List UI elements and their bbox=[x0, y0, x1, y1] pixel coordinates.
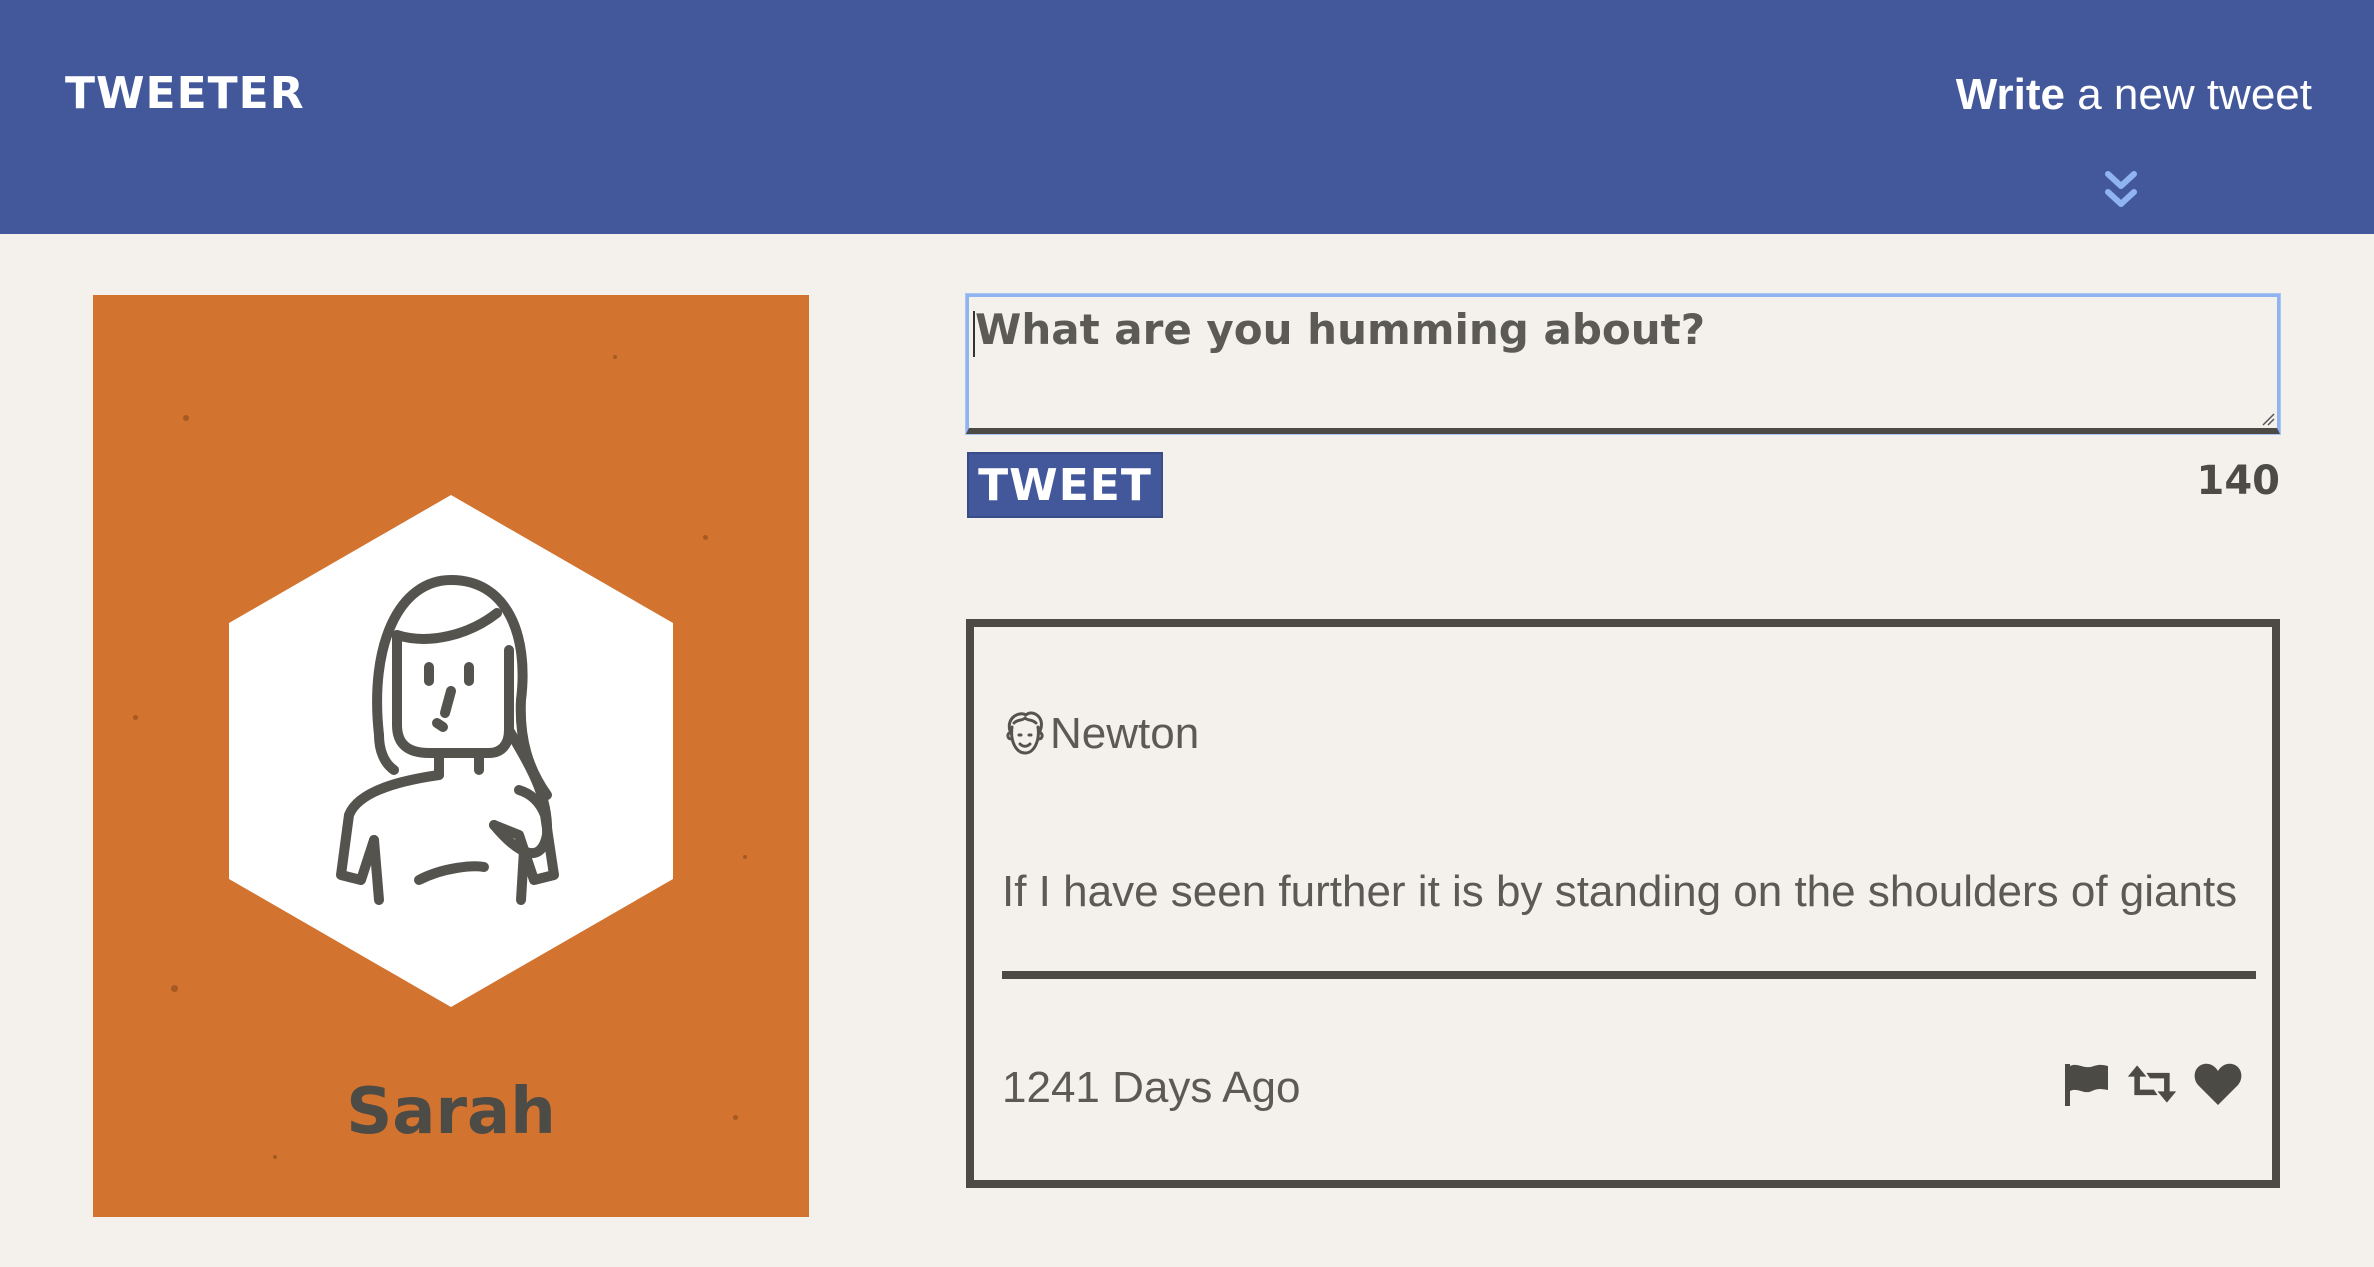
flag-icon[interactable] bbox=[2060, 1059, 2112, 1109]
tweet-card: Newton If I have seen further it is by s… bbox=[966, 619, 2280, 1188]
compose-toggle-strong: Write bbox=[1955, 70, 2065, 119]
profile-card: Sarah bbox=[93, 295, 809, 1217]
man-face-avatar-icon bbox=[1006, 711, 1044, 755]
retweet-icon[interactable] bbox=[2126, 1059, 2178, 1109]
tweet-timestamp: 1241 Days Ago bbox=[1002, 1063, 1301, 1112]
tweet-text: If I have seen further it is by standing… bbox=[1002, 867, 2238, 916]
double-chevron-down-icon[interactable] bbox=[2104, 168, 2138, 212]
tweet-input[interactable] bbox=[969, 297, 2277, 428]
tweet-divider bbox=[1002, 971, 2256, 979]
tweet-author: Newton bbox=[1002, 709, 1199, 759]
tweet-actions bbox=[2060, 1059, 2244, 1109]
heart-icon[interactable] bbox=[2192, 1059, 2244, 1109]
character-counter: 140 bbox=[2196, 458, 2281, 504]
top-navbar: TWEETER Write a new tweet bbox=[0, 0, 2374, 234]
tweet-submit-button[interactable]: TWEET bbox=[967, 452, 1163, 518]
woman-avatar-icon bbox=[229, 495, 673, 1007]
text-caret bbox=[973, 311, 975, 357]
write-new-tweet-toggle[interactable]: Write a new tweet bbox=[1956, 70, 2312, 120]
profile-name: Sarah bbox=[346, 1075, 556, 1149]
brand-logo[interactable]: TWEETER bbox=[65, 68, 305, 119]
compose-toggle-rest: a new tweet bbox=[2077, 70, 2312, 119]
resize-grip-icon[interactable] bbox=[2261, 412, 2275, 426]
tweet-composer[interactable] bbox=[966, 294, 2280, 434]
tweet-author-name: Newton bbox=[1050, 709, 1200, 758]
